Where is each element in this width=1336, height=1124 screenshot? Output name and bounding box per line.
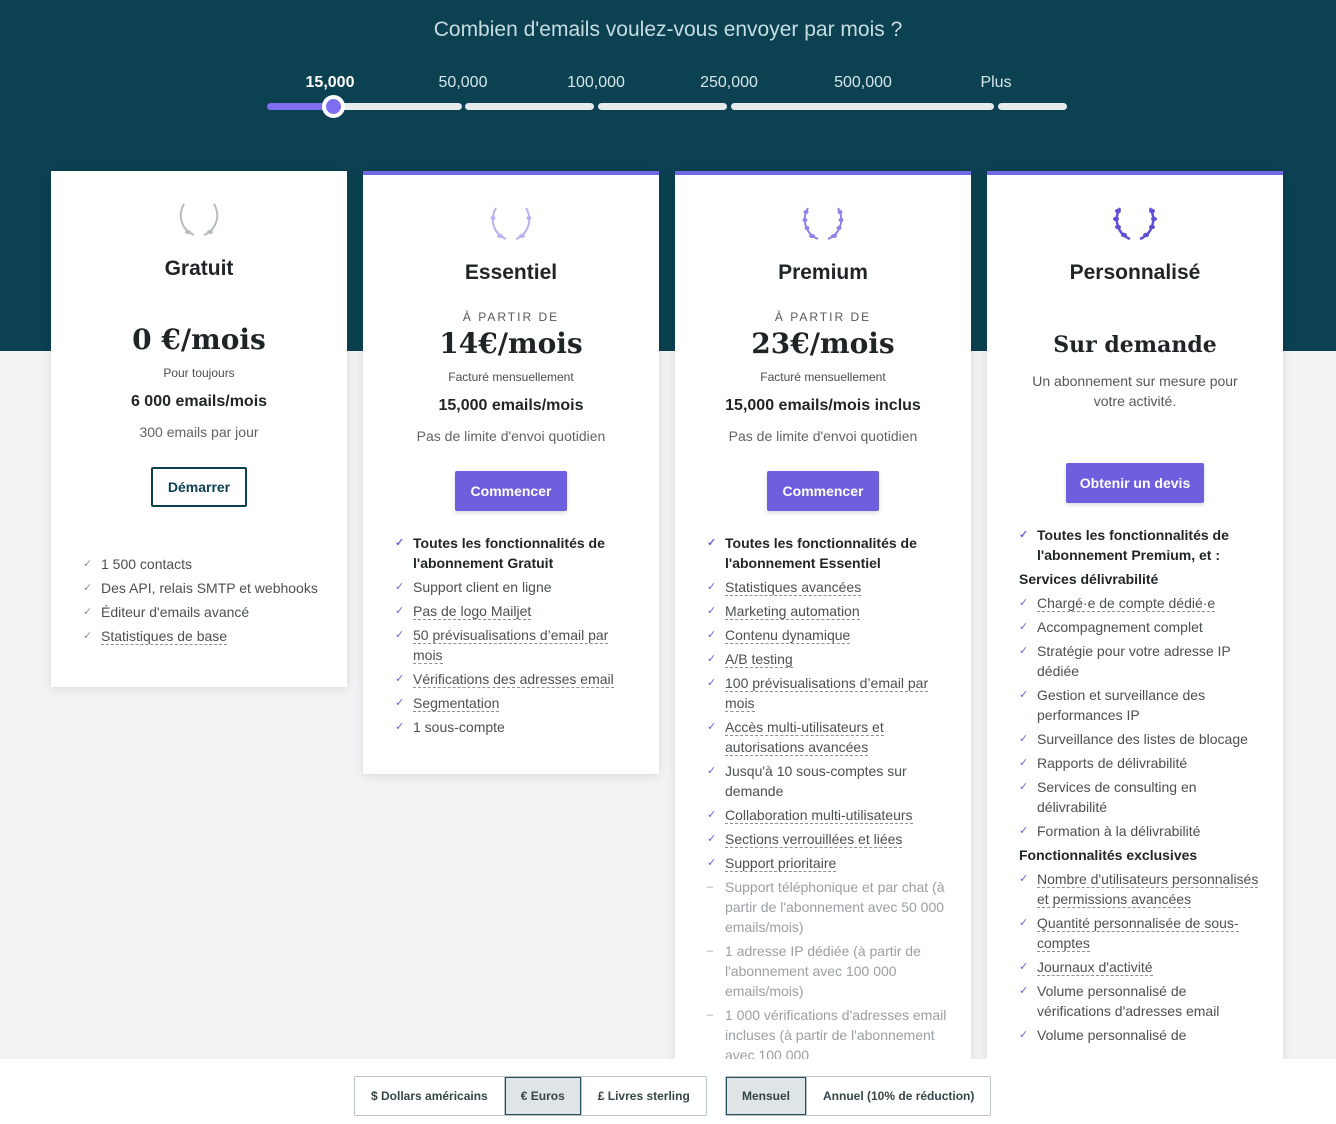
feature-item-unavailable: 1 000 vérifications d'adresses email inc… [707, 1005, 947, 1065]
feature-item[interactable]: Quantité personnalisée de sous-comptes [1019, 913, 1259, 953]
plan-volume: 6 000 emails/mois [130, 393, 268, 410]
feature-item: Jusqu'à 10 sous-comptes sur demande [707, 761, 947, 801]
feature-item[interactable]: Segmentation [395, 693, 635, 713]
feature-item: Toutes les fonctionnalités de l'abonneme… [707, 533, 947, 573]
feature-item: Formation à la délivrabilité [1019, 821, 1259, 841]
slider-tick-500000[interactable]: 500,000 [834, 74, 892, 92]
plan-daily-limit: 300 emails par jour [139, 424, 259, 440]
feature-item[interactable]: Collaboration multi-utilisateurs [707, 805, 947, 825]
feature-item[interactable]: Statistiques avancées [707, 577, 947, 597]
plan-price: Sur demande [1053, 332, 1217, 358]
period-monthly-button[interactable]: Mensuel [726, 1077, 808, 1115]
plan-card-gratuit: Gratuit 0 €/mois Pour toujours 6 000 ema… [51, 171, 347, 687]
feature-list: Toutes les fonctionnalités de l'abonneme… [1019, 525, 1259, 1049]
feature-item: Surveillance des listes de blocage [1019, 729, 1259, 749]
feature-item: Rapports de délivrabilité [1019, 753, 1259, 773]
plan-description: Un abonnement sur mesure pour votre acti… [1032, 373, 1238, 409]
pricing-options-bar: $ Dollars américains € Euros £ Livres st… [0, 1059, 1336, 1124]
plan-title: Personnalisé [1069, 261, 1201, 284]
plan-card-personnalise: Personnalisé Sur demande Un abonnement s… [987, 171, 1283, 1071]
currency-gbp-button[interactable]: £ Livres sterling [581, 1077, 706, 1115]
currency-usd-button[interactable]: $ Dollars américains [355, 1077, 505, 1115]
plan-price: 0 €/mois [132, 323, 266, 356]
slider-track-segment [731, 103, 994, 110]
feature-item: Services de consulting en délivrabilité [1019, 777, 1259, 817]
feature-item: Des API, relais SMTP et webhooks [83, 578, 323, 598]
slider-track-segment [598, 103, 727, 110]
feature-item: Stratégie pour votre adresse IP dédiée [1019, 641, 1259, 681]
period-annual-button[interactable]: Annuel (10% de réduction) [807, 1077, 991, 1115]
slider-tick-15000[interactable]: 15,000 [306, 74, 355, 92]
feature-item[interactable]: Nombre d'utilisateurs personnalisés et p… [1019, 869, 1259, 909]
volume-question: Combien d'emails voulez-vous envoyer par… [433, 18, 903, 41]
feature-item[interactable]: 100 prévisualisations d’email par mois [707, 673, 947, 713]
currency-toggle: $ Dollars américains € Euros £ Livres st… [354, 1076, 707, 1116]
plan-billing: Pour toujours [163, 366, 235, 380]
plan-card-premium: Premium À PARTIR DE 23€/mois Facturé men… [675, 171, 971, 1071]
feature-item[interactable]: Contenu dynamique [707, 625, 947, 645]
start-button[interactable]: Démarrer [151, 467, 247, 507]
slider-tick-100000[interactable]: 100,000 [567, 74, 625, 92]
slider-track-segment [998, 103, 1067, 110]
slider-track-segment [333, 103, 462, 110]
feature-item: Volume personnalisé de [1019, 1025, 1259, 1045]
feature-list: Toutes les fonctionnalités de l'abonneme… [707, 533, 947, 1069]
feature-item: Volume personnalisé de vérifications d'a… [1019, 981, 1259, 1021]
feature-item[interactable]: Pas de logo Mailjet [395, 601, 635, 621]
feature-item[interactable]: Support prioritaire [707, 853, 947, 873]
feature-item: Toutes les fonctionnalités de l'abonneme… [1019, 525, 1259, 565]
feature-item: Gestion et surveillance des performances… [1019, 685, 1259, 725]
plan-volume: 15,000 emails/mois inclus [725, 397, 921, 414]
feature-section-heading: Services délivrabilité [1019, 571, 1159, 587]
slider-tick-50000[interactable]: 50,000 [439, 74, 488, 92]
feature-item: Accompagnement complet [1019, 617, 1259, 637]
feature-item[interactable]: Journaux d'activité [1019, 957, 1259, 977]
plan-title: Essentiel [464, 261, 558, 284]
feature-list: Toutes les fonctionnalités de l'abonneme… [395, 533, 635, 741]
feature-item-unavailable: Support téléphonique et par chat (à part… [707, 877, 947, 937]
plan-card-essentiel: Essentiel À PARTIR DE 14€/mois Facturé m… [363, 171, 659, 774]
feature-item: Toutes les fonctionnalités de l'abonneme… [395, 533, 635, 573]
slider-tick-plus[interactable]: Plus [980, 74, 1011, 92]
quote-button[interactable]: Obtenir un devis [1066, 463, 1204, 503]
laurel-icon [1113, 207, 1157, 241]
feature-item[interactable]: Vérifications des adresses email [395, 669, 635, 689]
plan-daily-limit: Pas de limite d'envoi quotidien [416, 428, 606, 444]
price-from-label: À PARTIR DE [774, 310, 872, 324]
feature-section-heading: Fonctionnalités exclusives [1019, 847, 1198, 863]
feature-item[interactable]: Sections verrouillées et liées [707, 829, 947, 849]
plan-daily-limit: Pas de limite d'envoi quotidien [728, 428, 918, 444]
price-from-label: À PARTIR DE [462, 310, 560, 324]
feature-item: Éditeur d'emails avancé [83, 602, 323, 622]
slider-tick-250000[interactable]: 250,000 [700, 74, 758, 92]
start-button[interactable]: Commencer [767, 471, 879, 511]
feature-item[interactable]: Chargé·e de compte dédié·e [1019, 593, 1259, 613]
currency-eur-button[interactable]: € Euros [504, 1077, 582, 1115]
feature-item[interactable]: Marketing automation [707, 601, 947, 621]
feature-item[interactable]: A/B testing [707, 649, 947, 669]
plan-price: 14€/mois [439, 327, 583, 360]
feature-item[interactable]: Accès multi-utilisateurs et autorisation… [707, 717, 947, 757]
feature-item: Support client en ligne [395, 577, 635, 597]
feature-item[interactable]: Statistiques de base [83, 626, 323, 646]
feature-item-unavailable: 1 adresse IP dédiée (à partir de l'abonn… [707, 941, 947, 1001]
slider-thumb[interactable] [322, 95, 345, 118]
feature-item: 1 sous-compte [395, 717, 635, 737]
plan-billing: Facturé mensuellement [448, 370, 574, 384]
start-button[interactable]: Commencer [455, 471, 567, 511]
slider-track-segment [465, 103, 594, 110]
plan-volume: 15,000 emails/mois [438, 397, 584, 414]
feature-item: 1 500 contacts [83, 554, 323, 574]
laurel-icon [490, 207, 532, 240]
billing-period-toggle: Mensuel Annuel (10% de réduction) [725, 1076, 992, 1116]
plan-title: Premium [778, 261, 868, 284]
feature-list: 1 500 contacts Des API, relais SMTP et w… [83, 554, 323, 650]
plan-title: Gratuit [164, 257, 234, 280]
plan-billing: Facturé mensuellement [760, 370, 886, 384]
laurel-icon [179, 203, 219, 236]
volume-slider[interactable]: 15,000 50,000 100,000 250,000 500,000 Pl… [267, 70, 1067, 120]
feature-item[interactable]: 50 prévisualisations d’email par mois [395, 625, 635, 665]
plan-price: 23€/mois [751, 327, 895, 360]
laurel-icon [802, 207, 844, 240]
